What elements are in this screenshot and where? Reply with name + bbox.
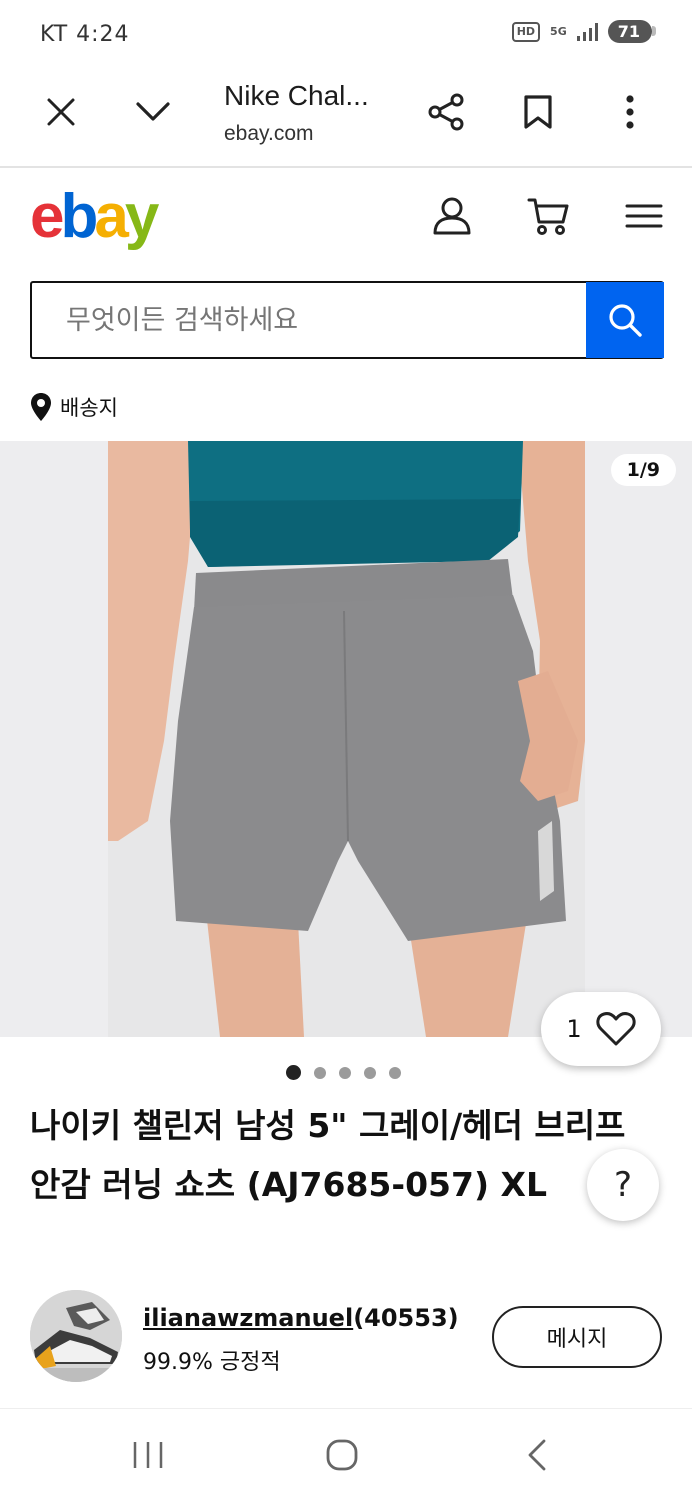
seller-avatar[interactable] xyxy=(30,1290,122,1382)
status-time: KT 4:24 xyxy=(40,22,130,47)
seller-name[interactable]: ilianawzmanuel(40553) xyxy=(143,1304,459,1332)
product-image-gallery[interactable]: 1/9 xyxy=(0,441,692,1037)
system-nav-bar xyxy=(0,1408,692,1500)
seller-username[interactable]: ilianawzmanuel xyxy=(143,1304,353,1332)
message-button[interactable]: 메시지 xyxy=(492,1306,662,1368)
bookmark-button[interactable] xyxy=(508,82,568,142)
network-5g-icon: 5G xyxy=(550,24,567,38)
search-input[interactable] xyxy=(32,283,586,357)
signal-icon xyxy=(576,22,598,41)
battery-icon: 71 xyxy=(607,20,657,43)
ebay-logo[interactable]: ebay xyxy=(30,182,160,252)
product-photo[interactable] xyxy=(108,441,585,1037)
home-icon xyxy=(326,1439,358,1471)
carousel-dot[interactable] xyxy=(389,1066,401,1079)
ship-to-link[interactable]: 배송지 xyxy=(30,392,118,422)
menu-button[interactable] xyxy=(614,186,674,246)
account-icon xyxy=(433,197,471,235)
sneaker-image xyxy=(30,1290,122,1382)
cart-button[interactable] xyxy=(518,186,578,246)
carousel-dot[interactable] xyxy=(339,1066,351,1079)
carousel-dot[interactable] xyxy=(286,1065,301,1080)
ship-to-label: 배송지 xyxy=(60,396,118,420)
collapse-button[interactable] xyxy=(123,82,183,142)
carousel-dot[interactable] xyxy=(364,1066,376,1079)
close-tab-button[interactable] xyxy=(31,82,91,142)
product-photo-illustration xyxy=(108,441,585,1037)
image-counter: 1/9 xyxy=(610,454,676,486)
back-button[interactable] xyxy=(506,1425,566,1485)
close-icon xyxy=(47,98,75,126)
recent-apps-icon xyxy=(133,1442,163,1468)
account-button[interactable] xyxy=(422,186,482,246)
recent-apps-button[interactable] xyxy=(118,1425,178,1485)
carousel-dots xyxy=(286,1065,401,1080)
logo-letter-e: e xyxy=(30,182,65,251)
logo-letter-y: y xyxy=(124,182,160,251)
watch-button[interactable]: 1 xyxy=(541,992,661,1066)
bookmark-icon xyxy=(524,95,552,129)
back-icon xyxy=(528,1439,546,1471)
logo-letter-b: b xyxy=(60,182,98,251)
seller-info: ilianawzmanuel(40553) 99.9% 긍정적 메시지 xyxy=(30,1290,662,1382)
home-button[interactable] xyxy=(312,1425,372,1485)
seller-rating: 99.9% 긍정적 xyxy=(143,1350,281,1375)
help-button[interactable]: ? xyxy=(587,1149,659,1221)
product-title: 나이키 챌린저 남성 5" 그레이/헤더 브리프 안감 러닝 쇼츠 (AJ768… xyxy=(30,1106,626,1204)
share-button[interactable] xyxy=(416,82,476,142)
search-button[interactable] xyxy=(586,282,664,358)
status-bar: KT 4:24 HD 5G 71 xyxy=(0,0,692,70)
search-bar xyxy=(30,281,664,359)
heart-icon xyxy=(596,1012,636,1046)
page-title[interactable]: Nike Chal... xyxy=(224,80,369,112)
cart-icon xyxy=(527,198,569,235)
status-icons: HD 5G 71 xyxy=(511,20,657,43)
seller-feedback-count: (40553) xyxy=(353,1304,459,1332)
help-icon: ? xyxy=(613,1165,633,1205)
menu-icon xyxy=(625,204,663,228)
location-pin-icon xyxy=(31,393,51,421)
carousel-dot[interactable] xyxy=(314,1066,326,1079)
share-icon xyxy=(428,93,464,131)
chevron-down-icon xyxy=(136,102,170,121)
site-header: ebay xyxy=(0,170,692,270)
watch-count: 1 xyxy=(566,1015,582,1043)
hd-icon: HD xyxy=(511,21,541,42)
more-vert-icon xyxy=(626,95,634,129)
browser-toolbar: Nike Chal... ebay.com xyxy=(0,70,692,168)
logo-letter-a: a xyxy=(94,182,129,251)
page-domain[interactable]: ebay.com xyxy=(224,122,314,146)
search-icon xyxy=(609,304,642,337)
more-options-button[interactable] xyxy=(600,82,660,142)
